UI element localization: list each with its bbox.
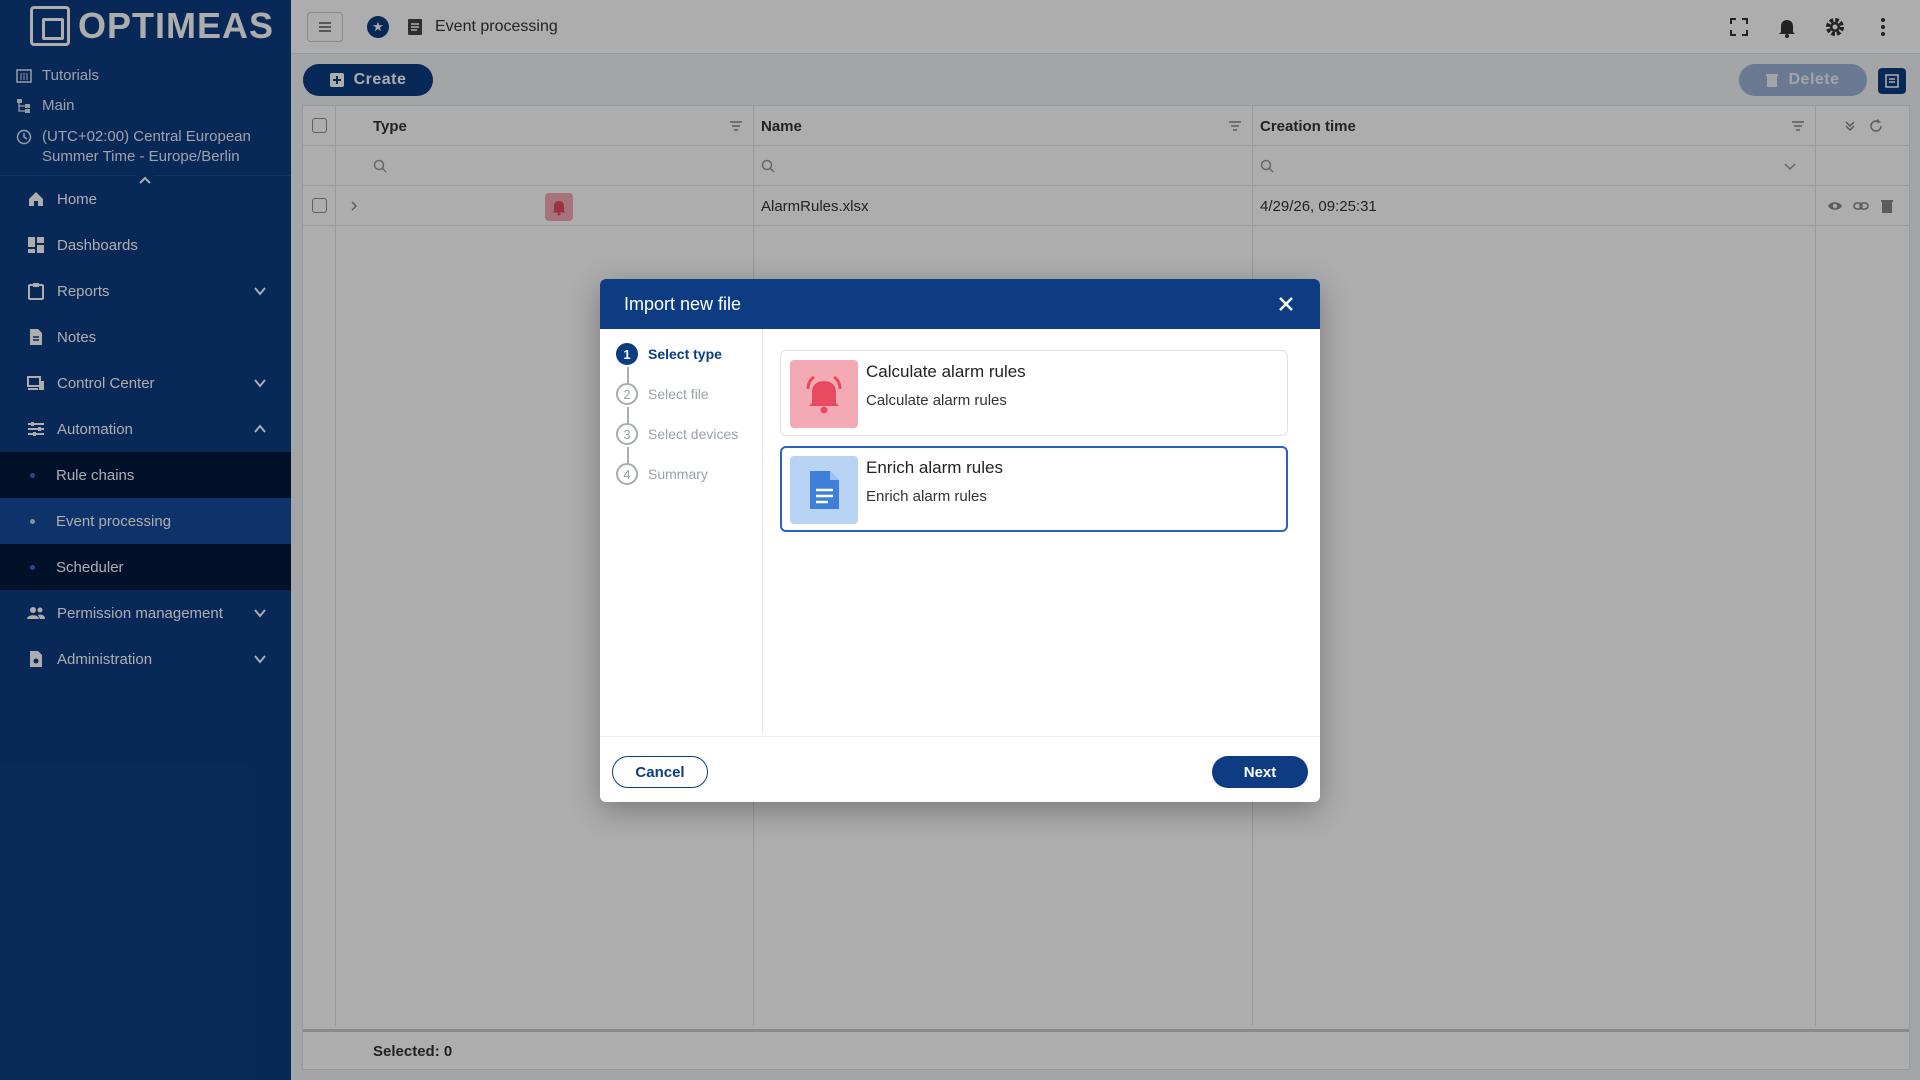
step-label: Select type xyxy=(648,346,722,362)
option-title: Calculate alarm rules xyxy=(866,362,1026,381)
import-file-dialog: Import new file 1 Select type 2 Select f… xyxy=(600,279,1320,802)
option-description: Enrich alarm rules xyxy=(866,488,987,505)
option-description: Calculate alarm rules xyxy=(866,392,1007,409)
step-number: 1 xyxy=(616,343,638,365)
option-icon-box xyxy=(790,360,858,428)
step-select-file[interactable]: 2 Select file xyxy=(616,383,709,405)
step-number: 4 xyxy=(616,463,638,485)
bell-icon xyxy=(806,375,842,414)
step-select-devices[interactable]: 3 Select devices xyxy=(616,423,738,445)
step-select-type[interactable]: 1 Select type xyxy=(616,343,722,365)
option-title: Enrich alarm rules xyxy=(866,458,1003,477)
stepper: 1 Select type 2 Select file 3 Select dev… xyxy=(600,329,763,733)
document-icon xyxy=(810,471,839,509)
next-button[interactable]: Next xyxy=(1212,756,1308,788)
dialog-title: Import new file xyxy=(624,293,742,314)
step-number: 2 xyxy=(616,383,638,405)
close-icon[interactable] xyxy=(1276,294,1296,314)
step-number: 3 xyxy=(616,423,638,445)
step-label: Summary xyxy=(648,466,708,482)
step-label: Select file xyxy=(648,386,709,402)
cancel-button[interactable]: Cancel xyxy=(612,756,708,788)
option-icon-box xyxy=(790,456,858,524)
dialog-header: Import new file xyxy=(600,279,1320,329)
dialog-footer: Cancel Next xyxy=(600,736,1320,802)
step-label: Select devices xyxy=(648,426,739,442)
option-enrich-alarm-rules[interactable]: Enrich alarm rules Enrich alarm rules xyxy=(780,446,1288,532)
step-summary[interactable]: 4 Summary xyxy=(616,463,708,485)
option-calculate-alarm-rules[interactable]: Calculate alarm rules Calculate alarm ru… xyxy=(780,350,1288,436)
